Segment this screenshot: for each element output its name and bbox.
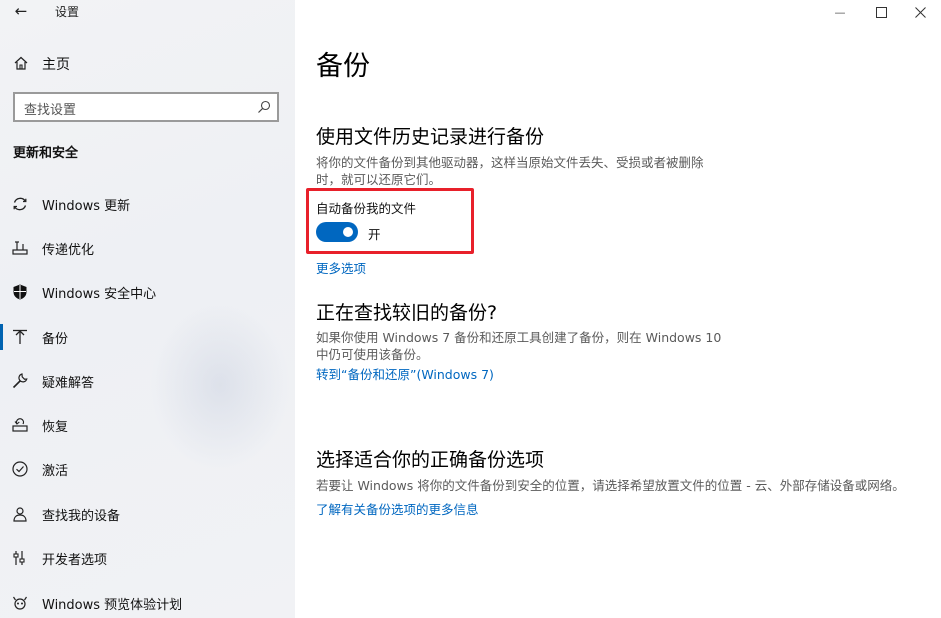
backup-arrow-icon <box>13 329 27 344</box>
section-title: 更新和安全 <box>13 146 79 161</box>
activation-check-icon <box>12 461 28 477</box>
file-history-description-line1: 将你的文件备份到其他驱动器，这样当原始文件丢失、受损或者被删除 <box>316 155 704 170</box>
search-placeholder: 查找设置 <box>24 103 77 118</box>
main-content: 备份 使用文件历史记录进行备份 将你的文件备份到其他驱动器，这样当原始文件丢失、… <box>316 0 936 618</box>
nav-home-label: 主页 <box>42 57 70 73</box>
toggle-knob <box>343 227 353 237</box>
sidebar-item-find-my-device[interactable]: 查找我的设备 <box>0 494 295 534</box>
sidebar-item-backup[interactable]: 备份 <box>0 317 295 357</box>
learn-more-link[interactable]: 了解有关备份选项的更多信息 <box>316 499 479 518</box>
back-button[interactable]: ← <box>8 0 34 22</box>
older-backup-description-line1: 如果你使用 Windows 7 备份和还原工具创建了备份，则在 Windows … <box>316 330 722 345</box>
right-option-description: 若要让 Windows 将你的文件备份到安全的位置，请选择希望放置文件的位置 -… <box>316 478 905 493</box>
older-backup-description-line2: 中仍可使用该备份。 <box>316 347 429 362</box>
sync-icon <box>13 197 27 211</box>
search-icon <box>258 100 271 113</box>
insider-icon <box>13 596 27 610</box>
sidebar-item-label: 激活 <box>42 464 69 479</box>
sidebar-item-label: 恢复 <box>42 420 69 435</box>
auto-backup-label: 自动备份我的文件 <box>316 201 417 216</box>
older-backup-heading: 正在查找较旧的备份? <box>316 302 498 324</box>
sidebar-item-security-center[interactable]: Windows 安全中心 <box>0 272 295 312</box>
sidebar-item-label: Windows 更新 <box>42 199 131 214</box>
titlebar-left: ← 设置 <box>0 0 295 24</box>
delivery-optimization-icon <box>12 241 28 255</box>
file-history-description-line2: 时，就可以还原它们。 <box>316 172 442 187</box>
app-title: 设置 <box>55 5 80 19</box>
file-history-heading: 使用文件历史记录进行备份 <box>316 126 545 148</box>
backup-restore-link[interactable]: 转到“备份和还原”(Windows 7) <box>316 364 494 383</box>
sidebar-item-windows-update[interactable]: Windows 更新 <box>0 184 295 224</box>
selected-indicator <box>0 324 3 350</box>
auto-backup-toggle[interactable] <box>316 222 358 242</box>
sidebar-item-label: Windows 预览体验计划 <box>42 598 183 613</box>
nav-home[interactable]: 主页 <box>0 48 295 78</box>
sidebar-item-label: 传递优化 <box>42 243 95 258</box>
shield-icon <box>13 284 27 300</box>
sidebar-item-label: 开发者选项 <box>42 553 108 568</box>
sidebar-item-activation[interactable]: 激活 <box>0 449 295 489</box>
toggle-state-label: 开 <box>368 227 381 242</box>
right-option-heading: 选择适合你的正确备份选项 <box>316 449 545 471</box>
sidebar-item-developer-options[interactable]: 开发者选项 <box>0 538 295 578</box>
recovery-icon <box>12 418 28 432</box>
back-arrow-icon: ← <box>14 2 28 20</box>
sidebar: ← 设置 主页 查找设置 更新和安全 Windows 更新 传递优化 Windo… <box>0 0 295 618</box>
sidebar-item-troubleshoot[interactable]: 疑难解答 <box>0 361 295 401</box>
search-input[interactable]: 查找设置 <box>13 92 279 122</box>
sidebar-item-label: 疑难解答 <box>42 376 95 391</box>
sidebar-item-delivery-optimization[interactable]: 传递优化 <box>0 228 295 268</box>
page-title: 备份 <box>316 51 370 82</box>
sidebar-item-label: Windows 安全中心 <box>42 287 157 302</box>
wrench-icon <box>12 373 28 389</box>
sidebar-item-label: 备份 <box>42 332 69 347</box>
more-options-link[interactable]: 更多选项 <box>316 258 366 277</box>
sidebar-item-insider-program[interactable]: Windows 预览体验计划 <box>0 583 295 618</box>
developer-icon <box>13 551 25 565</box>
home-icon <box>14 56 28 70</box>
sidebar-item-recovery[interactable]: 恢复 <box>0 405 295 445</box>
sidebar-item-label: 查找我的设备 <box>42 509 121 524</box>
find-device-icon <box>13 507 27 522</box>
